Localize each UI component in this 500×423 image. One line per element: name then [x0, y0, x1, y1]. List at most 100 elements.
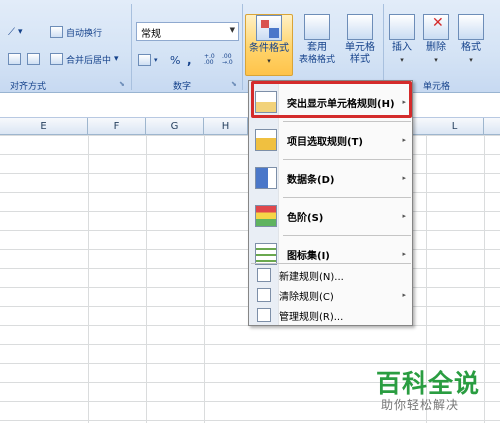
clear-rules-icon: [257, 288, 271, 302]
menu-item-label: 数据条(D): [287, 174, 335, 186]
format-as-table-label-2: 表格格式: [298, 55, 335, 65]
indent-decrease-button[interactable]: [8, 51, 21, 67]
decrease-decimal-button[interactable]: .00 →.0: [222, 52, 236, 68]
grid-line: [204, 135, 205, 423]
wrap-text-label: 自动换行: [66, 28, 103, 39]
column-header-label: G: [170, 121, 179, 132]
column-header-label: E: [40, 121, 47, 132]
watermark-subtitle: 助你轻松解决: [381, 398, 460, 412]
menu-item-label: 图标集(I): [287, 250, 330, 262]
menu-separator: [283, 121, 411, 122]
percent-label: %: [170, 53, 181, 67]
menu-separator: [283, 159, 411, 160]
increase-decimal-label: +.0 .00: [204, 53, 215, 66]
cells-group-label: 单元格: [423, 82, 451, 92]
data-bars-icon: [255, 167, 277, 189]
submenu-arrow-icon: ▸: [402, 174, 406, 182]
cell-styles-label-2: 样式: [350, 54, 370, 65]
menu-item-label: 新建规则(N)...: [279, 271, 344, 283]
grid-line: [146, 135, 147, 423]
comma-label: ,: [187, 53, 192, 67]
indent-increase-icon: [27, 53, 40, 65]
alignment-launcher-icon[interactable]: ⬊: [119, 80, 125, 88]
merge-center-label: 合并后居中: [66, 55, 112, 66]
conditional-formatting-arrow: ▾: [267, 57, 271, 65]
menu-item-label: 清除规则(C): [279, 291, 334, 303]
submenu-arrow-icon: ▸: [402, 291, 406, 299]
format-cells-icon: [458, 14, 484, 40]
column-header-e[interactable]: E: [0, 118, 88, 135]
grid-line: [88, 135, 89, 423]
wrap-text-icon: [50, 26, 63, 38]
cell-styles-button[interactable]: 单元格 样式: [340, 14, 380, 76]
manage-rules-icon: [257, 308, 271, 322]
number-format-select[interactable]: 常规 ▼: [136, 22, 239, 41]
format-cells-label: 格式: [461, 42, 481, 53]
menu-separator: [283, 197, 411, 198]
comma-button[interactable]: ,: [187, 52, 192, 68]
number-launcher-icon[interactable]: ⬊: [231, 80, 237, 88]
insert-cells-arrow: ▾: [400, 56, 404, 64]
currency-arrow-icon: ▾: [154, 56, 158, 64]
format-cells-button[interactable]: 格式 ▾: [455, 14, 487, 76]
indent-increase-button[interactable]: [27, 51, 40, 67]
column-header-h[interactable]: H: [204, 118, 248, 135]
decrease-decimal-label: .00 →.0: [222, 53, 233, 66]
insert-cells-label: 插入: [392, 42, 412, 53]
column-header-g[interactable]: G: [146, 118, 204, 135]
submenu-arrow-icon: ▸: [402, 136, 406, 144]
insert-cells-icon: [389, 14, 415, 40]
column-header-label: F: [113, 121, 120, 132]
menu-item-top-bottom-rules[interactable]: 项目选取规则(T) ▸: [249, 123, 412, 157]
increase-decimal-button[interactable]: +.0 .00: [204, 52, 218, 68]
insert-cells-button[interactable]: 插入 ▾: [387, 14, 417, 76]
column-header-l[interactable]: L: [426, 118, 484, 135]
menu-item-manage-rules[interactable]: 管理规则(R)...: [249, 305, 412, 325]
menu-item-label: 色阶(S): [287, 212, 324, 224]
icon-sets-icon: [255, 243, 277, 265]
column-header-label: L: [451, 121, 458, 132]
watermark-title: 百科全说: [376, 369, 481, 398]
cell-styles-icon: [347, 14, 373, 40]
menu-separator: [283, 235, 411, 236]
delete-cells-label: 删除: [426, 42, 446, 53]
indent-decrease-icon: [8, 53, 21, 65]
menu-item-label: 管理规则(R)...: [279, 311, 344, 323]
number-format-arrow-icon: ▼: [229, 26, 235, 34]
group-separator: [242, 4, 243, 90]
orientation-icon: ⟋: [8, 26, 15, 38]
orientation-arrow: ▾: [18, 27, 23, 37]
color-scales-icon: [255, 205, 277, 227]
submenu-arrow-icon: ▸: [402, 212, 406, 220]
delete-cells-arrow: ▾: [434, 56, 438, 64]
conditional-formatting-label: 条件格式: [249, 43, 289, 54]
format-as-table-button[interactable]: 套用 表格格式: [292, 14, 342, 76]
menu-item-clear-rules[interactable]: 清除规则(C) ▸: [249, 285, 412, 305]
group-separator: [383, 4, 384, 90]
conditional-formatting-button[interactable]: 条件格式 ▾: [245, 14, 293, 76]
number-format-value: 常规: [141, 29, 161, 40]
highlight-annotation-box: [251, 81, 412, 118]
merge-center-button[interactable]: 合并后居中 ▾: [50, 51, 119, 67]
column-header-label: H: [221, 121, 230, 132]
format-as-table-label-1: 套用: [307, 42, 327, 53]
conditional-formatting-icon: [256, 15, 282, 41]
merge-center-arrow: ▾: [114, 54, 119, 64]
group-separator: [131, 4, 132, 90]
menu-item-data-bars[interactable]: 数据条(D) ▸: [249, 161, 412, 195]
menu-item-color-scales[interactable]: 色阶(S) ▸: [249, 199, 412, 233]
wrap-text-button[interactable]: 自动换行: [50, 24, 102, 40]
top-bottom-rules-icon: [255, 129, 277, 151]
menu-separator: [251, 263, 411, 264]
currency-button[interactable]: ▾: [138, 52, 158, 68]
merge-center-icon: [50, 53, 63, 65]
percent-button[interactable]: %: [170, 52, 180, 68]
currency-icon: [138, 54, 151, 66]
delete-cells-button[interactable]: ✕ 删除 ▾: [421, 14, 451, 76]
column-header-f[interactable]: F: [88, 118, 146, 135]
format-as-table-icon: [304, 14, 330, 40]
text-orientation-button[interactable]: ⟋ ▾: [8, 24, 23, 40]
menu-item-new-rule[interactable]: 新建规则(N)...: [249, 265, 412, 285]
format-cells-arrow: ▾: [469, 56, 473, 64]
new-rule-icon: [257, 268, 271, 282]
